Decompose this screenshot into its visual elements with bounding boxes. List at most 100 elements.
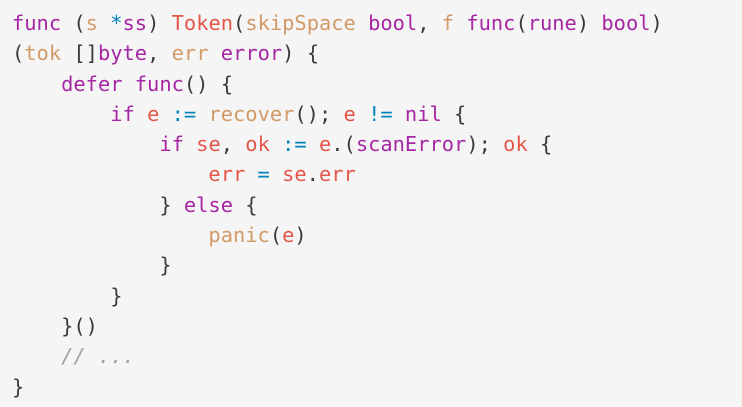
code-token: e bbox=[282, 223, 295, 248]
code-token: (); bbox=[294, 101, 344, 126]
code-token: if bbox=[159, 132, 184, 157]
code-token: , bbox=[220, 132, 246, 157]
code-token: != bbox=[368, 101, 393, 126]
code-token: ); bbox=[466, 132, 504, 157]
code-token: { bbox=[232, 192, 258, 217]
code-token: err bbox=[171, 41, 209, 66]
code-viewer: func (s *ss) Token(skipSpace bool, f fun… bbox=[0, 0, 742, 407]
code-token: ) bbox=[147, 11, 172, 35]
code-line: }() bbox=[12, 311, 742, 341]
code-token: func bbox=[12, 11, 62, 35]
code-token: tok bbox=[24, 41, 62, 66]
code-token: * bbox=[110, 11, 123, 35]
code-token: err bbox=[208, 162, 246, 187]
code-token: func bbox=[134, 71, 184, 96]
code-line: (tok []byte, err error) { bbox=[12, 38, 742, 68]
code-token: bool bbox=[601, 11, 651, 35]
code-token: defer bbox=[61, 71, 123, 96]
code-line: } bbox=[12, 250, 742, 280]
code-token: e bbox=[318, 132, 332, 157]
code-token: skipSpace bbox=[245, 11, 356, 35]
code-token: f bbox=[441, 11, 455, 35]
code-line: panic(e) bbox=[12, 220, 742, 250]
code-token: { bbox=[441, 101, 467, 126]
code-line: // ... bbox=[12, 341, 742, 371]
code-line: err = se.err bbox=[12, 159, 742, 189]
code-token: bool bbox=[368, 11, 418, 35]
code-token: ( bbox=[12, 41, 25, 66]
code-token: .( bbox=[331, 132, 356, 157]
code-token: ( bbox=[515, 11, 528, 35]
code-token: // ... bbox=[61, 344, 135, 369]
code-token: ( bbox=[61, 11, 86, 35]
code-token: ) { bbox=[282, 41, 319, 66]
code-token: nil bbox=[404, 101, 442, 126]
code-token: err bbox=[318, 162, 356, 187]
code-token: () { bbox=[183, 71, 233, 96]
code-line: } bbox=[12, 281, 742, 311]
code-token: } bbox=[12, 192, 184, 217]
code-token: panic bbox=[208, 223, 270, 248]
code-token: s bbox=[85, 11, 98, 35]
code-line: defer func() { bbox=[12, 69, 742, 99]
code-token: e bbox=[343, 101, 356, 126]
code-token: error bbox=[220, 41, 283, 66]
code-token: }() bbox=[12, 313, 98, 338]
code-token: . bbox=[306, 162, 319, 187]
code-token: ) bbox=[650, 11, 663, 35]
code-token: else bbox=[183, 192, 233, 217]
code-token: byte bbox=[97, 41, 148, 66]
code-line: } else { bbox=[12, 190, 742, 220]
code-token: se bbox=[282, 162, 307, 187]
code-token: recover bbox=[208, 101, 295, 126]
code-token: := bbox=[171, 101, 197, 126]
code-token: = bbox=[257, 162, 270, 187]
code-token: ( bbox=[269, 223, 283, 248]
code-token: ok bbox=[503, 132, 528, 157]
code-token: } bbox=[12, 253, 172, 278]
code-token: rune bbox=[527, 11, 577, 35]
code-token: [] bbox=[61, 41, 98, 66]
code-token: if bbox=[110, 101, 135, 126]
code-line: if se, ok := e.(scanError); ok { bbox=[12, 129, 742, 159]
code-token: , bbox=[417, 11, 442, 35]
code-token: } bbox=[12, 374, 25, 399]
code-line: func (s *ss) Token(skipSpace bool, f fun… bbox=[12, 8, 742, 38]
code-token: ) bbox=[576, 11, 602, 35]
code-line: } bbox=[12, 372, 742, 402]
code-token: ( bbox=[233, 11, 246, 35]
code-token: se bbox=[196, 132, 221, 157]
code-token: { bbox=[527, 132, 553, 157]
code-token: ) bbox=[294, 223, 307, 248]
code-token: } bbox=[12, 283, 123, 308]
code-token: func bbox=[466, 11, 516, 35]
code-token: ok bbox=[245, 132, 270, 157]
code-line: if e := recover(); e != nil { bbox=[12, 99, 742, 129]
code-token: , bbox=[147, 41, 172, 66]
code-token: Token bbox=[171, 11, 234, 35]
code-token: e bbox=[147, 101, 160, 126]
code-token: ss bbox=[122, 11, 148, 35]
code-token: scanError bbox=[355, 132, 467, 157]
